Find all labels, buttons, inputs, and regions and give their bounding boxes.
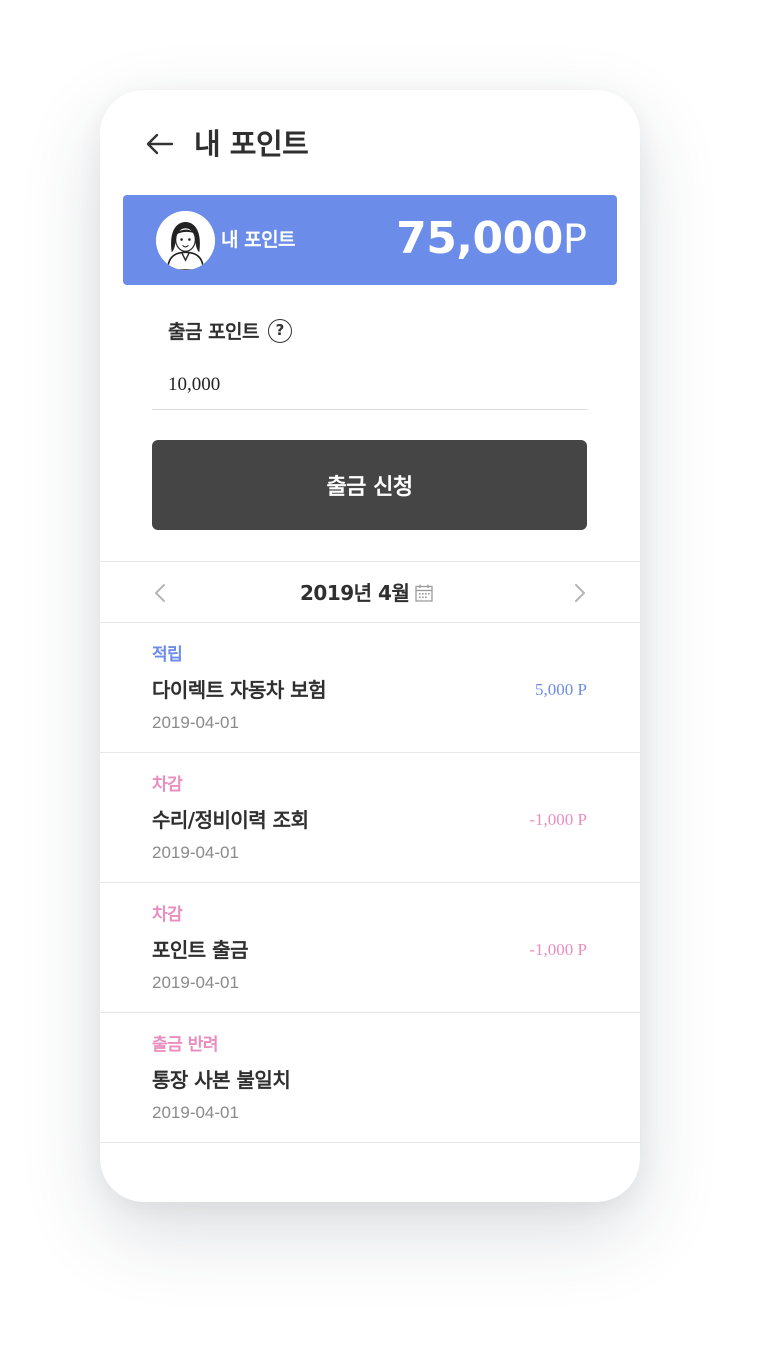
transaction-date: 2019-04-01 bbox=[152, 843, 239, 862]
previous-month-button[interactable] bbox=[146, 578, 176, 608]
point-unit: P bbox=[562, 217, 587, 263]
transaction-date: 2019-04-01 bbox=[152, 713, 239, 732]
point-balance-value: 75,000 bbox=[396, 213, 563, 264]
calendar-icon[interactable] bbox=[414, 583, 434, 603]
transaction-title: 다이렉트 자동차 보험 bbox=[152, 678, 327, 702]
next-month-button[interactable] bbox=[564, 578, 594, 608]
stage: 내 포인트 내 포인트 75,000P 출금 포인트 ? 10,000 출금 신… bbox=[0, 0, 780, 1352]
transaction-type: 차감 bbox=[152, 905, 183, 925]
transaction-title: 통장 사본 불일치 bbox=[152, 1068, 291, 1092]
transaction-date: 2019-04-01 bbox=[152, 973, 239, 992]
page-title: 내 포인트 bbox=[194, 127, 309, 161]
transaction-list: 적립 다이렉트 자동차 보험 2019-04-01 5,000 P 차감 수리/… bbox=[100, 623, 640, 1143]
phone-screen: 내 포인트 내 포인트 75,000P 출금 포인트 ? 10,000 출금 신… bbox=[100, 90, 640, 1202]
month-navigator: 2019년 4월 bbox=[100, 561, 640, 623]
withdraw-request-button[interactable]: 출금 신청 bbox=[152, 440, 587, 530]
chevron-left-icon bbox=[155, 584, 165, 602]
transaction-amount: -1,000 P bbox=[529, 940, 587, 959]
transaction-amount: -1,000 P bbox=[529, 810, 587, 829]
transaction-type: 차감 bbox=[152, 775, 183, 795]
question-circle-icon[interactable]: ? bbox=[268, 319, 292, 343]
back-button[interactable] bbox=[142, 124, 182, 164]
current-month-label: 2019년 4월 bbox=[300, 581, 410, 605]
banner-label: 내 포인트 bbox=[221, 229, 296, 251]
transaction-row[interactable]: 차감 수리/정비이력 조회 2019-04-01 -1,000 P bbox=[100, 753, 640, 883]
transaction-type: 적립 bbox=[152, 645, 183, 665]
user-avatar-icon bbox=[156, 211, 215, 270]
transaction-type: 출금 반려 bbox=[152, 1035, 218, 1055]
chevron-right-icon bbox=[575, 584, 585, 602]
transaction-title: 수리/정비이력 조회 bbox=[152, 808, 309, 832]
transaction-row[interactable]: 적립 다이렉트 자동차 보험 2019-04-01 5,000 P bbox=[100, 623, 640, 753]
transaction-date: 2019-04-01 bbox=[152, 1103, 239, 1122]
point-banner: 내 포인트 75,000P bbox=[123, 195, 617, 285]
point-balance: 75,000P bbox=[396, 211, 587, 267]
header: 내 포인트 bbox=[100, 90, 640, 195]
transaction-amount: 5,000 P bbox=[535, 680, 587, 699]
transaction-row[interactable]: 차감 포인트 출금 2019-04-01 -1,000 P bbox=[100, 883, 640, 1013]
withdraw-points-label: 출금 포인트 bbox=[168, 321, 260, 343]
withdraw-amount-input[interactable] bbox=[152, 360, 588, 410]
arrow-left-icon bbox=[146, 133, 174, 155]
transaction-row[interactable]: 출금 반려 통장 사본 불일치 2019-04-01 bbox=[100, 1013, 640, 1143]
transaction-title: 포인트 출금 bbox=[152, 938, 248, 962]
